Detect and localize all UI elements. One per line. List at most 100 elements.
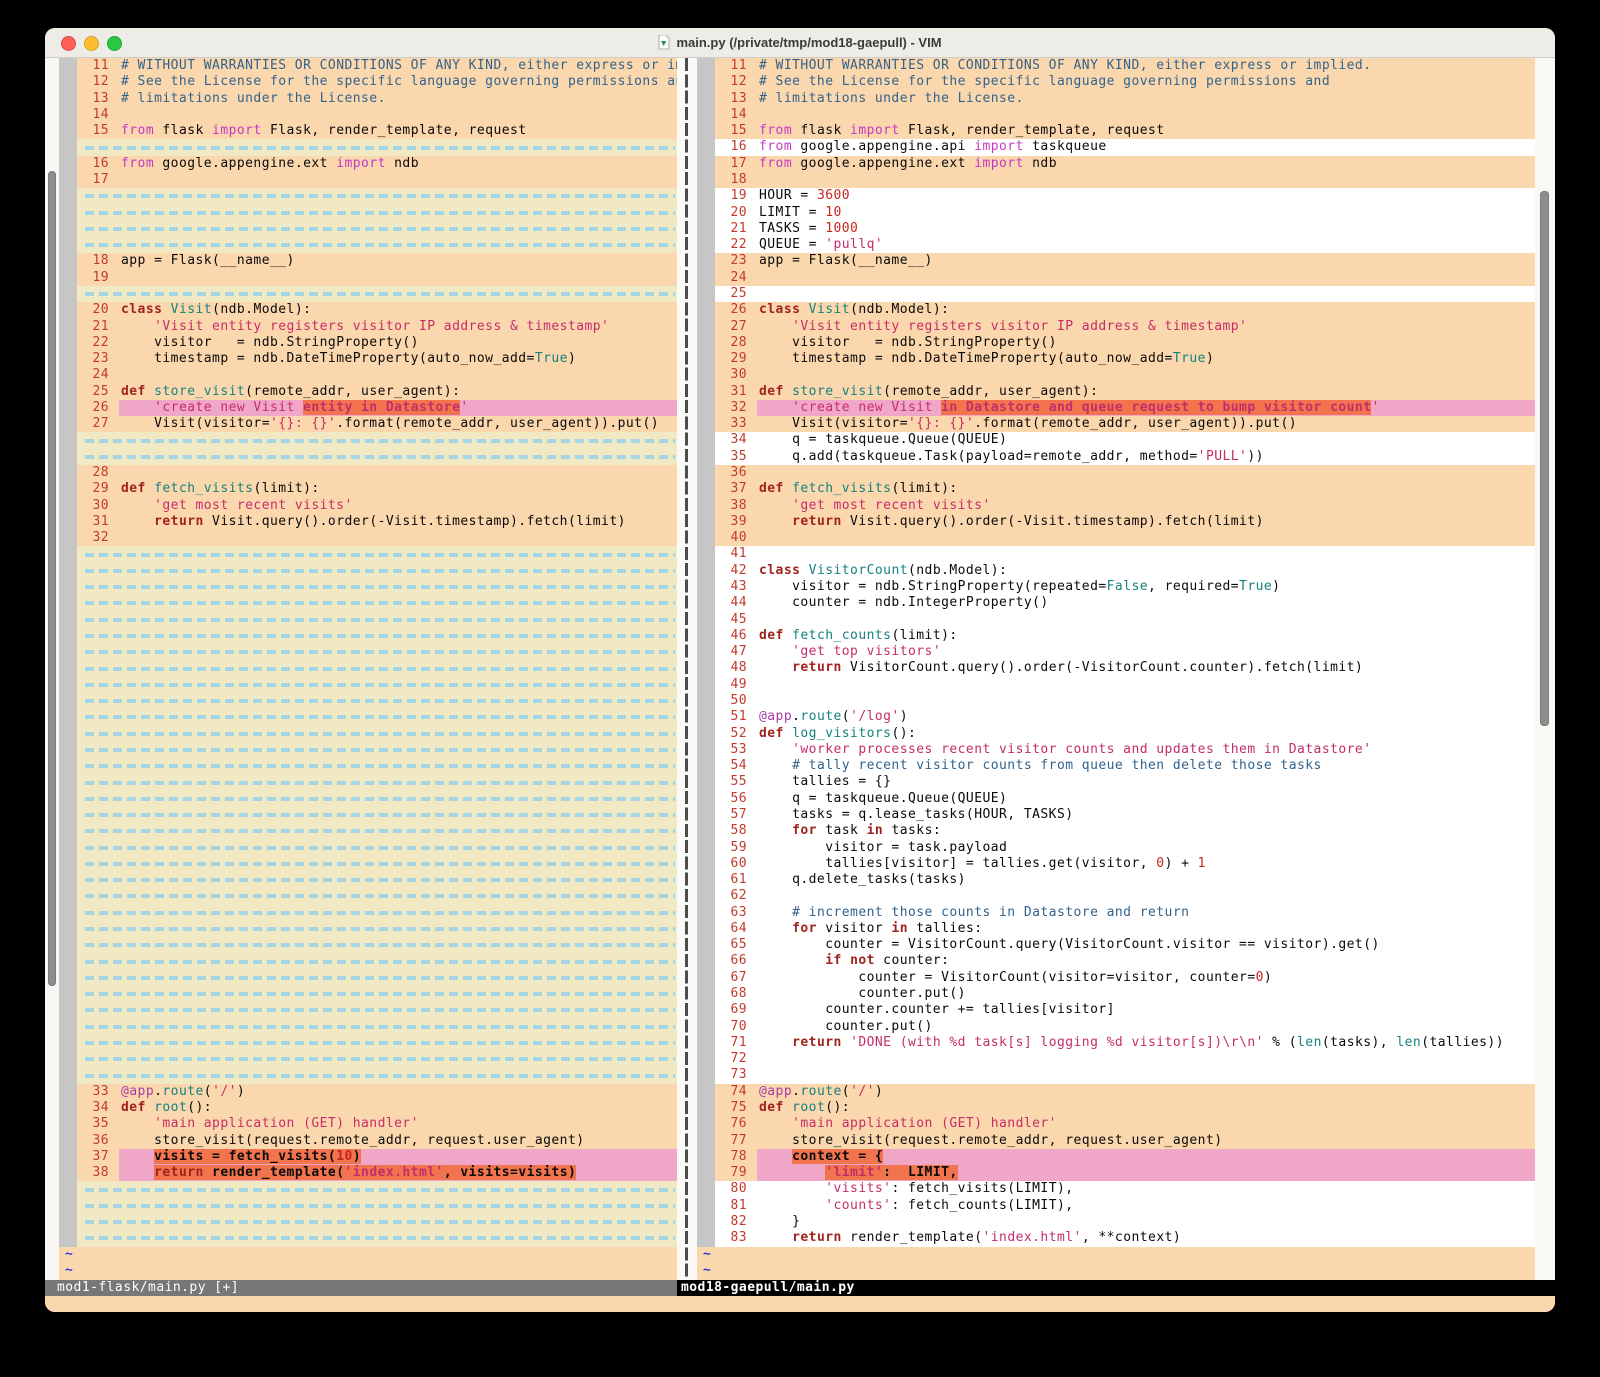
left-scrollbar-thumb[interactable] <box>48 171 56 986</box>
code-line[interactable]: 69 counter.counter += tallies[visitor] <box>697 1002 1535 1018</box>
code-line[interactable]: 75def root(): <box>697 1100 1535 1116</box>
code-line[interactable]: 39 return Visit.query().order(-Visit.tim… <box>697 514 1535 530</box>
code-line[interactable]: 44 counter = ndb.IntegerProperty() <box>697 595 1535 611</box>
code-line[interactable]: 82 } <box>697 1214 1535 1230</box>
code-line[interactable]: 15from flask import Flask, render_templa… <box>59 123 677 139</box>
code-line[interactable]: 29 timestamp = ndb.DateTimeProperty(auto… <box>697 351 1535 367</box>
code-line[interactable]: 27 'Visit entity registers visitor IP ad… <box>697 319 1535 335</box>
code-line[interactable]: 34def root(): <box>59 1100 677 1116</box>
code-line[interactable]: 62 <box>697 888 1535 904</box>
code-line[interactable]: 18 <box>697 172 1535 188</box>
code-line[interactable]: 21 'Visit entity registers visitor IP ad… <box>59 319 677 335</box>
code-line[interactable]: 22 visitor = ndb.StringProperty() <box>59 335 677 351</box>
code-line[interactable]: 23 timestamp = ndb.DateTimeProperty(auto… <box>59 351 677 367</box>
code-line[interactable]: 52def log_visitors(): <box>697 726 1535 742</box>
code-line[interactable]: 35 q.add(taskqueue.Task(payload=remote_a… <box>697 449 1535 465</box>
code-line[interactable]: 36 <box>697 465 1535 481</box>
code-line[interactable]: 20LIMIT = 10 <box>697 205 1535 221</box>
code-line[interactable]: 64 for visitor in tallies: <box>697 921 1535 937</box>
code-line[interactable]: 48 return VisitorCount.query().order(-Vi… <box>697 660 1535 676</box>
code-line[interactable]: 47 'get top visitors' <box>697 644 1535 660</box>
code-line[interactable]: 11# WITHOUT WARRANTIES OR CONDITIONS OF … <box>697 58 1535 74</box>
code-line[interactable]: 66 if not counter: <box>697 953 1535 969</box>
code-line[interactable]: 12# See the License for the specific lan… <box>59 74 677 90</box>
code-line[interactable]: 26class Visit(ndb.Model): <box>697 302 1535 318</box>
right-scrollbar-thumb[interactable] <box>1540 191 1549 726</box>
code-line[interactable]: 22QUEUE = 'pullq' <box>697 237 1535 253</box>
code-line[interactable]: 74@app.route('/') <box>697 1084 1535 1100</box>
code-line[interactable]: 49 <box>697 677 1535 693</box>
code-line[interactable]: 16from google.appengine.api import taskq… <box>697 139 1535 155</box>
code-line[interactable]: 83 return render_template('index.html', … <box>697 1230 1535 1246</box>
code-line[interactable]: 37def fetch_visits(limit): <box>697 481 1535 497</box>
code-line[interactable]: 21TASKS = 1000 <box>697 221 1535 237</box>
code-line[interactable]: 23app = Flask(__name__) <box>697 253 1535 269</box>
code-line[interactable]: 59 visitor = task.payload <box>697 840 1535 856</box>
code-line[interactable]: 61 q.delete_tasks(tasks) <box>697 872 1535 888</box>
code-line[interactable]: 36 store_visit(request.remote_addr, requ… <box>59 1133 677 1149</box>
code-line[interactable]: 32 <box>59 530 677 546</box>
code-line[interactable]: 43 visitor = ndb.StringProperty(repeated… <box>697 579 1535 595</box>
code-line[interactable]: 19HOUR = 3600 <box>697 188 1535 204</box>
code-line[interactable]: 37 visits = fetch_visits(10) <box>59 1149 677 1165</box>
code-line[interactable]: 45 <box>697 612 1535 628</box>
code-line[interactable]: 54 # tally recent visitor counts from qu… <box>697 758 1535 774</box>
code-line[interactable]: 41 <box>697 546 1535 562</box>
code-line[interactable]: 70 counter.put() <box>697 1019 1535 1035</box>
code-line[interactable]: 24 <box>59 367 677 383</box>
code-line[interactable]: 38 return render_template('index.html', … <box>59 1165 677 1181</box>
code-line[interactable]: 20class Visit(ndb.Model): <box>59 302 677 318</box>
code-line[interactable]: 51@app.route('/log') <box>697 709 1535 725</box>
code-line[interactable]: 16from google.appengine.ext import ndb <box>59 156 677 172</box>
code-line[interactable]: 72 <box>697 1051 1535 1067</box>
code-line[interactable]: 34 q = taskqueue.Queue(QUEUE) <box>697 432 1535 448</box>
code-line[interactable]: 58 for task in tasks: <box>697 823 1535 839</box>
code-line[interactable]: 38 'get most recent visits' <box>697 498 1535 514</box>
code-line[interactable]: 80 'visits': fetch_visits(LIMIT), <box>697 1181 1535 1197</box>
code-line[interactable]: 17from google.appengine.ext import ndb <box>697 156 1535 172</box>
code-line[interactable]: 17 <box>59 172 677 188</box>
code-line[interactable]: 33 Visit(visitor='{}: {}'.format(remote_… <box>697 416 1535 432</box>
code-line[interactable]: 67 counter = VisitorCount(visitor=visito… <box>697 970 1535 986</box>
left-scrollbar[interactable] <box>45 58 59 1280</box>
code-line[interactable]: 27 Visit(visitor='{}: {}'.format(remote_… <box>59 416 677 432</box>
code-line[interactable]: 31def store_visit(remote_addr, user_agen… <box>697 384 1535 400</box>
code-line[interactable]: 77 store_visit(request.remote_addr, requ… <box>697 1133 1535 1149</box>
code-line[interactable]: 78 context = { <box>697 1149 1535 1165</box>
minimize-button[interactable] <box>84 36 99 51</box>
code-line[interactable]: 53 'worker processes recent visitor coun… <box>697 742 1535 758</box>
code-line[interactable]: 28 visitor = ndb.StringProperty() <box>697 335 1535 351</box>
code-line[interactable]: 68 counter.put() <box>697 986 1535 1002</box>
code-line[interactable]: 50 <box>697 693 1535 709</box>
code-line[interactable]: 76 'main application (GET) handler' <box>697 1116 1535 1132</box>
code-line[interactable]: 40 <box>697 530 1535 546</box>
code-line[interactable]: 25def store_visit(remote_addr, user_agen… <box>59 384 677 400</box>
code-line[interactable]: 26 'create new Visit entity in Datastore… <box>59 400 677 416</box>
code-line[interactable]: 55 tallies = {} <box>697 774 1535 790</box>
code-line[interactable]: 11# WITHOUT WARRANTIES OR CONDITIONS OF … <box>59 58 677 74</box>
code-line[interactable]: 81 'counts': fetch_counts(LIMIT), <box>697 1198 1535 1214</box>
code-line[interactable]: 18app = Flask(__name__) <box>59 253 677 269</box>
code-line[interactable]: 15from flask import Flask, render_templa… <box>697 123 1535 139</box>
code-line[interactable]: 14 <box>59 107 677 123</box>
code-line[interactable]: 56 q = taskqueue.Queue(QUEUE) <box>697 791 1535 807</box>
code-line[interactable]: 60 tallies[visitor] = tallies.get(visito… <box>697 856 1535 872</box>
code-line[interactable]: 13# limitations under the License. <box>59 91 677 107</box>
split-separator[interactable] <box>677 58 697 1280</box>
code-line[interactable]: 46def fetch_counts(limit): <box>697 628 1535 644</box>
code-line[interactable]: 13# limitations under the License. <box>697 91 1535 107</box>
code-line[interactable]: 71 return 'DONE (with %d task[s] logging… <box>697 1035 1535 1051</box>
code-line[interactable]: 79 'limit': LIMIT, <box>697 1165 1535 1181</box>
code-line[interactable]: 65 counter = VisitorCount.query(VisitorC… <box>697 937 1535 953</box>
code-line[interactable]: 33@app.route('/') <box>59 1084 677 1100</box>
right-scrollbar[interactable] <box>1535 58 1555 1280</box>
code-line[interactable]: 25 <box>697 286 1535 302</box>
code-line[interactable]: 42class VisitorCount(ndb.Model): <box>697 563 1535 579</box>
code-line[interactable]: 31 return Visit.query().order(-Visit.tim… <box>59 514 677 530</box>
code-line[interactable]: 28 <box>59 465 677 481</box>
code-line[interactable]: 57 tasks = q.lease_tasks(HOUR, TASKS) <box>697 807 1535 823</box>
close-button[interactable] <box>61 36 76 51</box>
right-code-area[interactable]: 11# WITHOUT WARRANTIES OR CONDITIONS OF … <box>697 58 1535 1280</box>
left-code-area[interactable]: 11# WITHOUT WARRANTIES OR CONDITIONS OF … <box>59 58 677 1280</box>
code-line[interactable]: 63 # increment those counts in Datastore… <box>697 905 1535 921</box>
